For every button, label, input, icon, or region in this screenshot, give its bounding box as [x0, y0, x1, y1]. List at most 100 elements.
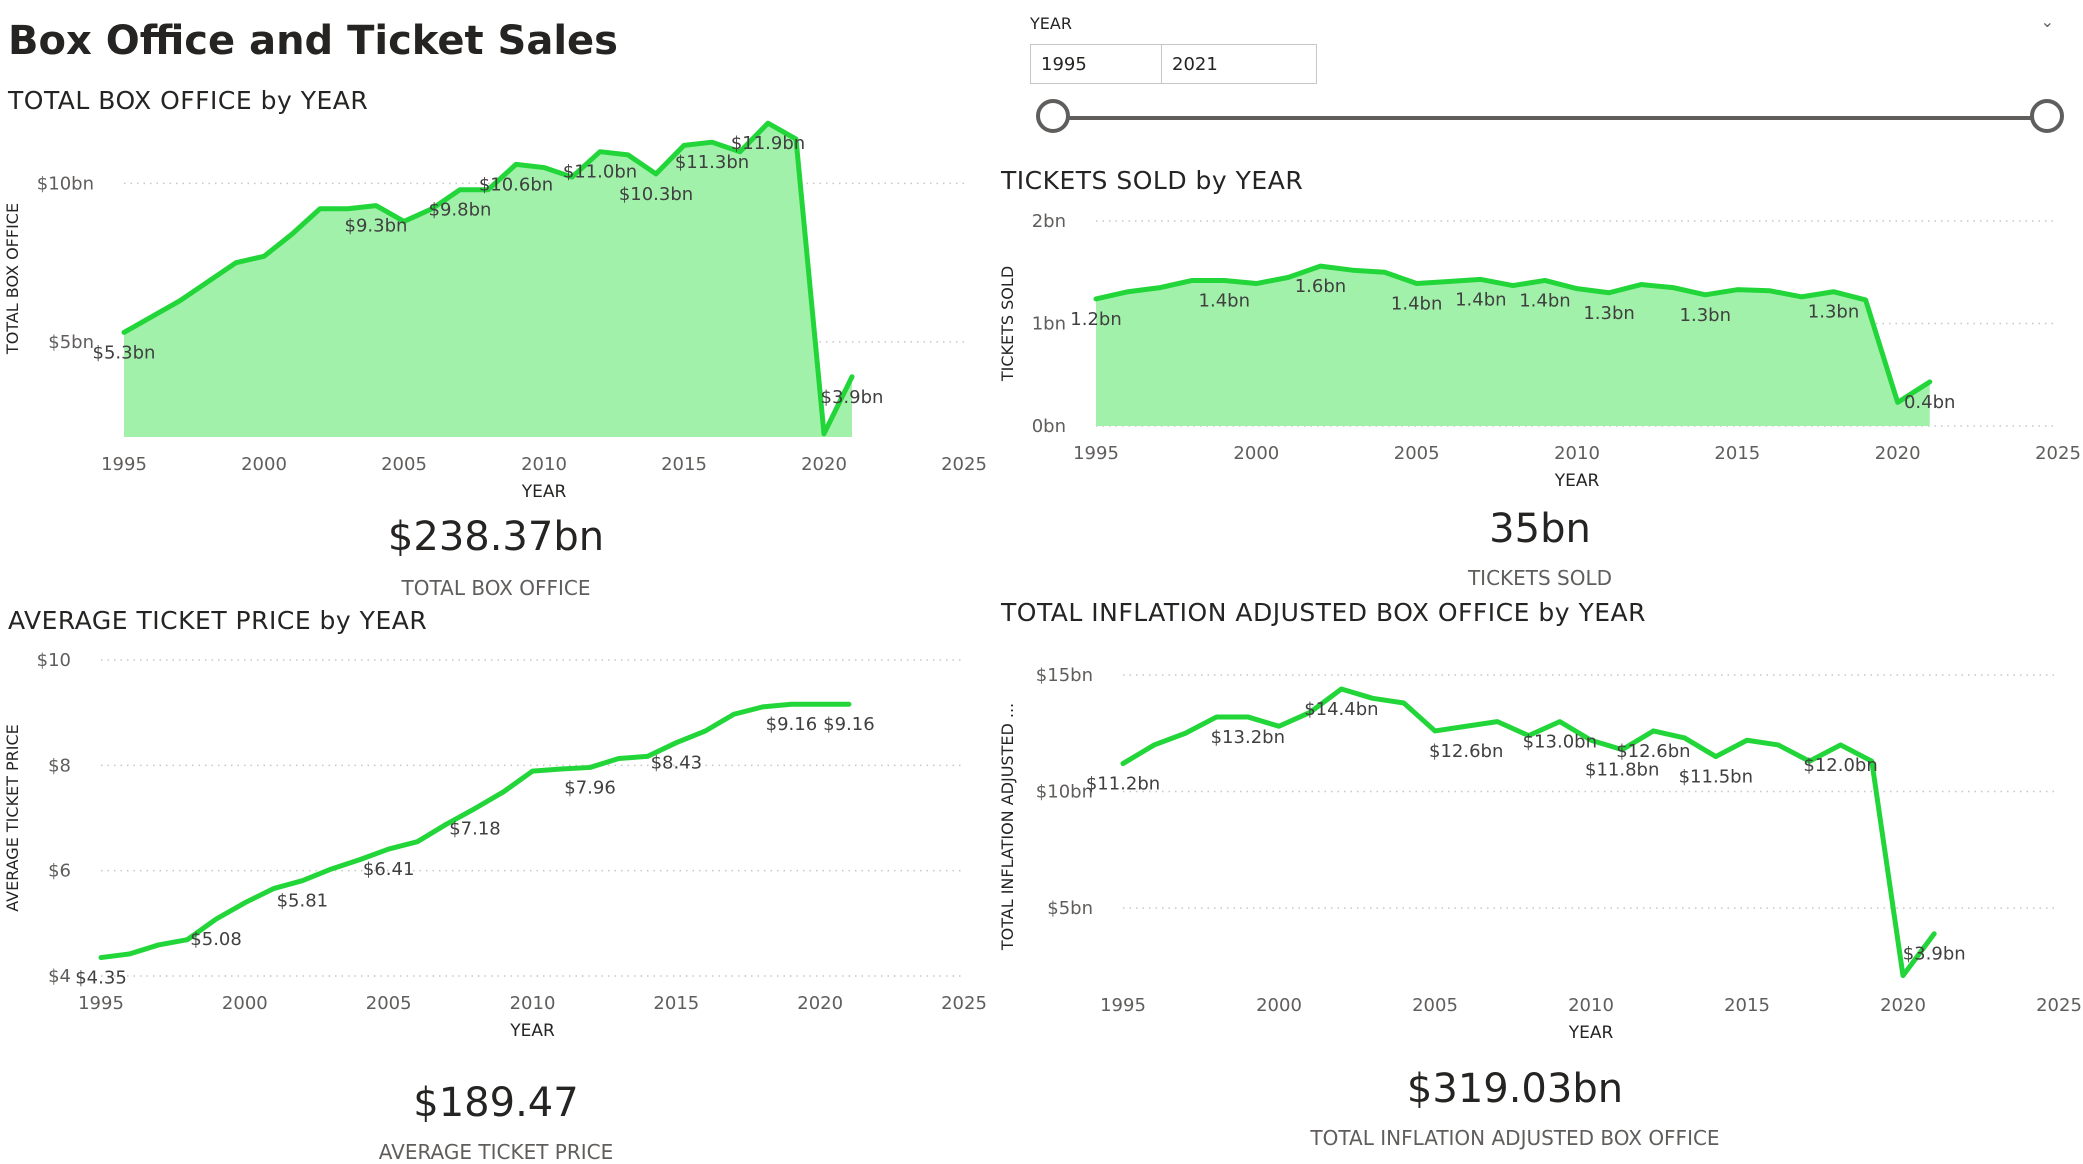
- data-point: [821, 431, 827, 437]
- x-tick-label: 2015: [1724, 995, 1770, 1016]
- y-axis-title: TICKETS SOLD: [998, 266, 1017, 382]
- data-point: [1900, 973, 1906, 979]
- data-point: [233, 260, 239, 266]
- data-point: [558, 766, 564, 772]
- slicer-title: YEAR: [1030, 14, 1072, 33]
- data-point: [149, 314, 155, 320]
- data-point: [1157, 285, 1163, 291]
- data-point: [205, 279, 211, 285]
- data-point: [177, 298, 183, 304]
- data-point: [1494, 719, 1500, 725]
- data-label: $5.08: [190, 929, 242, 950]
- data-point: [1650, 728, 1656, 734]
- data-point: [1557, 719, 1563, 725]
- year-slicer[interactable]: YEAR ⌄: [1026, 0, 2076, 150]
- data-point: [1401, 700, 1407, 706]
- x-tick-label: 2025: [941, 993, 987, 1014]
- card-total-box-office-value: $238.37bn: [387, 514, 605, 560]
- card-total-box-office-label: TOTAL BOX OFFICE: [401, 576, 591, 600]
- data-point: [1702, 292, 1708, 298]
- data-label: $11.5bn: [1679, 767, 1753, 788]
- slider-handle-start[interactable]: [1036, 99, 1070, 133]
- x-tick-label: 2000: [241, 454, 287, 475]
- x-tick-label: 1995: [101, 454, 147, 475]
- data-point: [213, 916, 219, 922]
- data-point: [242, 900, 248, 906]
- tickets-sold-chart[interactable]: 0bn 1bn 2bn 1995 2000 2005 2010 2015 2020 2025 YEA…: [995, 200, 2083, 500]
- data-point: [317, 206, 323, 212]
- y-tick-label: $6: [48, 861, 71, 882]
- data-point: [1478, 276, 1484, 282]
- data-label: $11.8bn: [1585, 760, 1659, 781]
- data-point: [1245, 714, 1251, 720]
- data-label: $8.43: [651, 753, 703, 774]
- chart-title-tickets-sold: TICKETS SOLD by YEAR: [1001, 166, 1304, 195]
- data-label: $9.16: [823, 714, 875, 735]
- data-point: [681, 142, 687, 148]
- data-point: [788, 701, 794, 707]
- avg-ticket-price-chart[interactable]: $4 $6 $8 $10 1995 2000 2005 2010 2015 2020 2025 YEA…: [0, 640, 1000, 1040]
- y-tick-label: 1bn: [1032, 314, 1066, 335]
- data-label: 1.4bn: [1391, 294, 1442, 315]
- data-point: [1798, 294, 1804, 300]
- data-point: [386, 846, 392, 852]
- y-tick-label: $15bn: [1036, 665, 1093, 686]
- chevron-down-icon[interactable]: ⌄: [2041, 12, 2054, 31]
- data-label: $12.6bn: [1429, 741, 1503, 762]
- data-label: $11.0bn: [563, 162, 637, 183]
- card-tickets-sold-label: TICKETS SOLD: [1467, 566, 1613, 590]
- data-label: $9.16: [766, 714, 818, 735]
- data-label: 1.4bn: [1519, 290, 1570, 311]
- year-to-input[interactable]: [1161, 44, 1317, 84]
- data-point: [1838, 742, 1844, 748]
- x-tick-label: 2005: [381, 454, 427, 475]
- data-point: [156, 942, 162, 948]
- data-point: [501, 789, 507, 795]
- y-tick-label: 2bn: [1032, 211, 1066, 232]
- data-point: [1670, 285, 1676, 291]
- card-tickets-sold-value: 35bn: [1489, 506, 1591, 552]
- data-point: [1734, 287, 1740, 293]
- x-tick-label: 2000: [1256, 995, 1302, 1016]
- inflation-adjusted-chart[interactable]: $5bn $10bn $15bn 1995 2000 2005 2010 2015 2020 20…: [995, 635, 2083, 1055]
- slider-track[interactable]: [1056, 116, 2046, 120]
- card-inflation-adjusted-label: TOTAL INFLATION ADJUSTED BOX OFFICE: [1310, 1126, 1720, 1150]
- data-label: 1.6bn: [1295, 276, 1346, 297]
- data-point: [1382, 269, 1388, 275]
- data-point: [1463, 723, 1469, 729]
- data-point: [98, 955, 104, 961]
- x-axis-title: YEAR: [521, 482, 567, 500]
- data-point: [817, 701, 823, 707]
- x-tick-label: 2025: [2035, 443, 2081, 464]
- data-point: [765, 120, 771, 126]
- card-inflation-adjusted-value: $319.03bn: [1406, 1066, 1624, 1112]
- chart-title-inflation-adjusted: TOTAL INFLATION ADJUSTED BOX OFFICE by Y…: [1001, 598, 1647, 627]
- data-point: [289, 231, 295, 237]
- x-tick-label: 2005: [1412, 995, 1458, 1016]
- chart-title-avg-ticket-price: AVERAGE TICKET PRICE by YEAR: [8, 606, 428, 635]
- y-axis-title: TOTAL INFLATION ADJUSTED ...: [998, 703, 1017, 951]
- x-axis-title: YEAR: [1568, 1023, 1614, 1043]
- data-point: [1895, 399, 1901, 405]
- data-label: $13.2bn: [1211, 727, 1285, 748]
- y-tick-label: 0bn: [1032, 416, 1066, 437]
- data-point: [1775, 742, 1781, 748]
- data-point: [1350, 267, 1356, 273]
- box-office-chart[interactable]: $5bn $10bn 1995 2000 2005 2010 2015 2020 2025 YEA…: [0, 120, 1000, 500]
- data-label: $10.3bn: [619, 184, 693, 205]
- data-label: $7.96: [564, 777, 616, 798]
- data-point: [1432, 728, 1438, 734]
- page-title: Box Office and Ticket Sales: [8, 18, 618, 64]
- data-point: [1638, 282, 1644, 288]
- y-tick-label: $10bn: [37, 173, 94, 194]
- data-point: [1125, 289, 1131, 295]
- data-point: [345, 206, 351, 212]
- x-tick-label: 2015: [661, 454, 707, 475]
- data-label: $12.0bn: [1803, 755, 1877, 776]
- data-point: [1446, 278, 1452, 284]
- data-label: 1.2bn: [1070, 309, 1121, 330]
- data-point: [457, 187, 463, 193]
- slider-handle-end[interactable]: [2030, 99, 2064, 133]
- data-label: $4.35: [75, 968, 127, 989]
- x-tick-label: 2015: [1714, 443, 1760, 464]
